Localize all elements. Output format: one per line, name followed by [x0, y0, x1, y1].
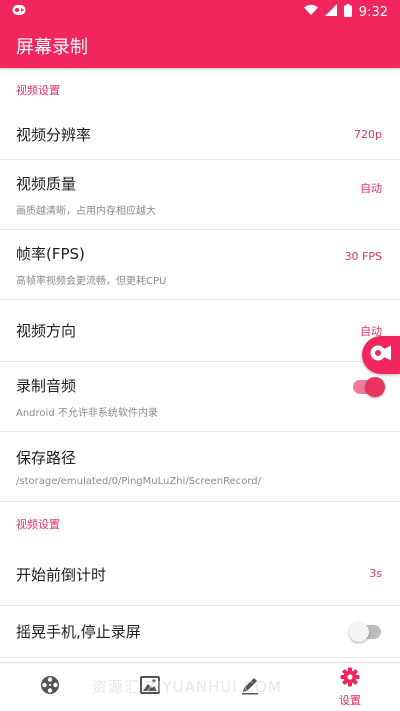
- nav-item-edit[interactable]: [200, 663, 300, 711]
- settings-gear-icon: [340, 667, 360, 691]
- setting-video-orientation[interactable]: 视频方向 自动: [0, 300, 400, 362]
- setting-video-resolution[interactable]: 视频分辨率 720p: [0, 110, 400, 160]
- setting-title: 视频方向: [16, 322, 77, 340]
- battery-icon: [343, 3, 352, 21]
- record-audio-toggle[interactable]: [353, 377, 385, 397]
- nav-label-settings: 设置: [339, 693, 361, 707]
- setting-subtitle: Android 不允许非系统软件内录: [16, 407, 158, 419]
- toggle-knob: [349, 622, 369, 642]
- setting-title: 开始前倒计时: [16, 566, 107, 584]
- setting-shake-stop[interactable]: 摇晃手机,停止录屏: [0, 606, 400, 658]
- setting-video-quality[interactable]: 视频质量 画质越清晰，占用内存相应越大 自动: [0, 160, 400, 230]
- bottom-navigation: 设置: [0, 662, 400, 711]
- setting-save-path[interactable]: 保存路径 /storage/emulated/0/PingMuLuZhi/Scr…: [0, 432, 400, 502]
- status-bar: 9:32: [0, 0, 400, 24]
- setting-value: 30 FPS: [344, 250, 382, 263]
- video-camera-icon: [370, 344, 392, 366]
- setting-subtitle: /storage/emulated/0/PingMuLuZhi/ScreenRe…: [16, 475, 261, 487]
- setting-title: 视频分辨率: [16, 126, 92, 144]
- setting-subtitle: 画质越清晰，占用内存相应越大: [16, 205, 156, 217]
- signal-icon: [324, 4, 337, 20]
- notification-record-icon: [12, 4, 26, 20]
- setting-countdown[interactable]: 开始前倒计时 3s: [0, 544, 400, 606]
- section-header-video: 视频设置: [16, 84, 60, 97]
- toggle-knob: [365, 377, 385, 397]
- pencil-icon: [240, 675, 260, 699]
- setting-value: 720p: [354, 128, 382, 141]
- wifi-icon: [303, 4, 318, 20]
- setting-title: 录制音频: [16, 376, 77, 395]
- page-title: 屏幕录制: [16, 37, 88, 58]
- setting-value: 自动: [360, 182, 382, 195]
- setting-subtitle: 高帧率视频会更流畅，但更耗CPU: [16, 275, 167, 287]
- app-bar: 屏幕录制: [0, 24, 400, 68]
- setting-record-audio[interactable]: 录制音频 Android 不允许非系统软件内录: [0, 362, 400, 432]
- floating-record-button[interactable]: [362, 336, 400, 374]
- setting-title: 视频质量: [16, 174, 77, 193]
- setting-value: 3s: [369, 567, 382, 580]
- nav-item-images[interactable]: [100, 663, 200, 711]
- status-time: 9:32: [358, 4, 388, 20]
- setting-frame-rate[interactable]: 帧率(FPS) 高帧率视频会更流畅，但更耗CPU 30 FPS: [0, 230, 400, 300]
- nav-item-settings[interactable]: 设置: [300, 663, 400, 711]
- film-reel-icon: [40, 675, 60, 699]
- shake-stop-toggle[interactable]: [349, 622, 381, 642]
- setting-title: 摇晃手机,停止录屏: [16, 623, 141, 641]
- nav-item-videos[interactable]: [0, 663, 100, 711]
- setting-title: 保存路径: [16, 448, 77, 467]
- setting-title: 帧率(FPS): [16, 244, 85, 263]
- image-gallery-icon: [140, 676, 160, 698]
- section-header-video-2: 视频设置: [16, 518, 60, 531]
- settings-list[interactable]: 视频设置 视频分辨率 720p 视频质量 画质越清晰，占用内存相应越大 自动 帧…: [0, 68, 400, 662]
